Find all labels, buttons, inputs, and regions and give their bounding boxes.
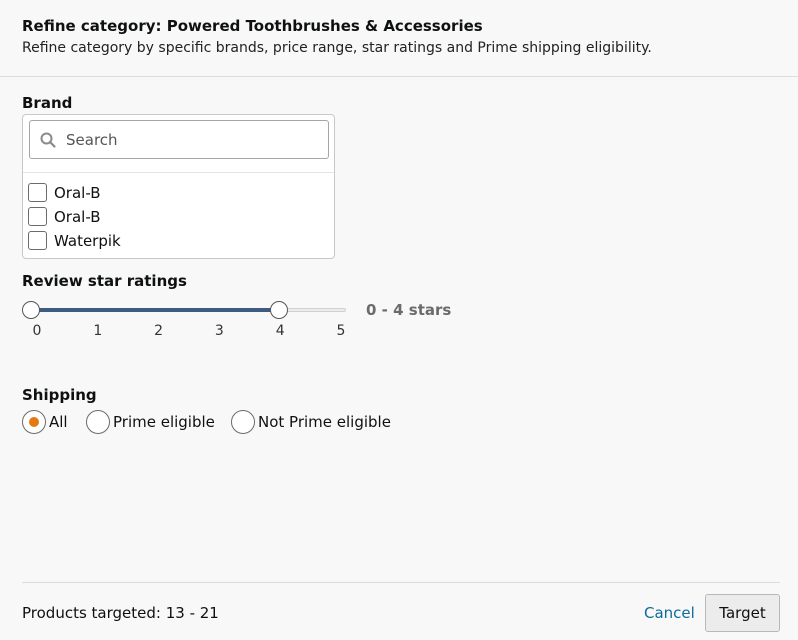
radio-label: All [49, 413, 68, 431]
rating-range-label: 0 - 4 stars [366, 301, 452, 319]
products-targeted-count: Products targeted: 13 - 21 [22, 604, 219, 622]
dialog-title: Refine category: Powered Toothbrushes & … [22, 17, 483, 35]
search-icon [40, 132, 56, 148]
slider-tick-label: 5 [336, 323, 346, 339]
dialog-subtitle: Refine category by specific brands, pric… [22, 40, 652, 56]
brand-label: Brand [22, 94, 73, 112]
footer-divider [22, 582, 780, 583]
slider-tick-label: 0 [32, 323, 42, 339]
brand-filter-box: Oral-B Oral-B Waterpik [22, 114, 335, 259]
radio-label: Prime eligible [113, 413, 215, 431]
target-button[interactable]: Target [705, 594, 780, 632]
dialog-header: Refine category: Powered Toothbrushes & … [0, 0, 798, 77]
rating-label: Review star ratings [22, 272, 187, 290]
brand-option[interactable]: Oral-B [28, 181, 308, 205]
brand-option-label: Oral-B [54, 208, 101, 226]
slider-max-thumb[interactable] [270, 301, 288, 319]
slider-tick-label: 2 [154, 323, 164, 339]
cancel-button[interactable]: Cancel [644, 603, 695, 623]
brand-checkbox[interactable] [28, 231, 47, 250]
radio-button[interactable] [231, 410, 255, 434]
divider [23, 172, 334, 173]
radio-label: Not Prime eligible [258, 413, 391, 431]
slider-tick-label: 3 [214, 323, 224, 339]
slider-tick-label: 4 [275, 323, 285, 339]
brand-option-label: Oral-B [54, 184, 101, 202]
slider-track-fill [31, 308, 279, 312]
brand-option-label: Waterpik [54, 232, 121, 250]
brand-list: Oral-B Oral-B Waterpik [28, 181, 308, 253]
brand-search-input[interactable] [66, 122, 321, 157]
brand-search-field[interactable] [29, 120, 329, 159]
slider-tick-label: 1 [93, 323, 103, 339]
radio-button[interactable] [86, 410, 110, 434]
radio-button[interactable] [22, 410, 46, 434]
star-rating-slider[interactable]: 0 1 2 3 4 5 [22, 300, 352, 342]
brand-checkbox[interactable] [28, 207, 47, 226]
slider-min-thumb[interactable] [22, 301, 40, 319]
brand-option[interactable]: Oral-B [28, 205, 308, 229]
brand-checkbox[interactable] [28, 183, 47, 202]
brand-option[interactable]: Waterpik [28, 229, 308, 253]
shipping-label: Shipping [22, 386, 97, 404]
